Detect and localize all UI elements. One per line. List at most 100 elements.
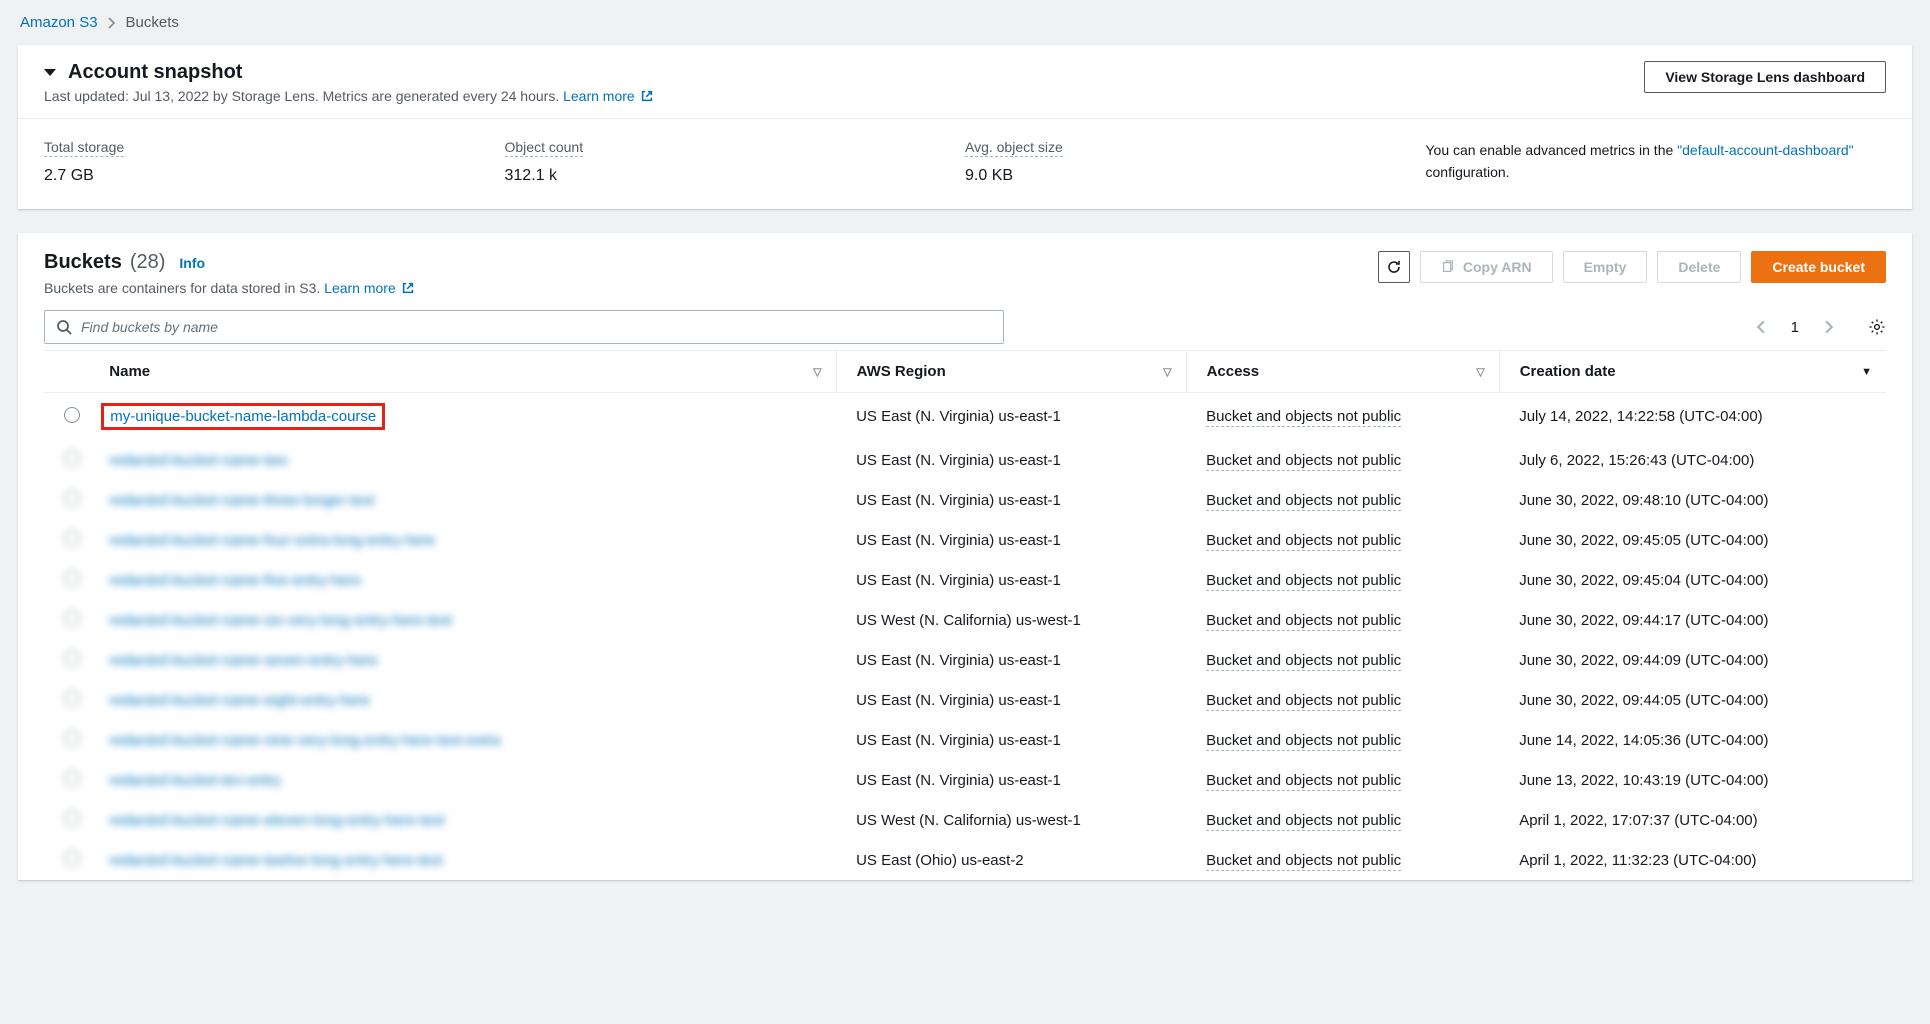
cell-region: US East (N. Virginia) us-east-1 bbox=[836, 680, 1186, 720]
cell-region: US East (N. Virginia) us-east-1 bbox=[836, 640, 1186, 680]
cell-date: June 30, 2022, 09:44:09 (UTC-04:00) bbox=[1499, 640, 1886, 680]
cell-name: redacted-bucket-ten-entry bbox=[99, 760, 836, 800]
adv-note-prefix: You can enable advanced metrics in the bbox=[1426, 142, 1678, 158]
table-row: redacted-bucket-name-three-longer-text U… bbox=[44, 480, 1886, 520]
search-input[interactable] bbox=[44, 310, 1004, 344]
page-next-button[interactable] bbox=[1819, 318, 1840, 336]
col-region[interactable]: AWS Region▽ bbox=[836, 351, 1186, 393]
cell-region: US East (Ohio) us-east-2 bbox=[836, 840, 1186, 880]
row-radio[interactable] bbox=[64, 730, 80, 746]
cell-name: redacted-bucket-name-six-very-long-entry… bbox=[99, 600, 836, 640]
table-header-row: Name▽ AWS Region▽ Access▽ Creation date▼ bbox=[44, 351, 1886, 393]
delete-button: Delete bbox=[1657, 251, 1741, 283]
cell-date: June 30, 2022, 09:45:04 (UTC-04:00) bbox=[1499, 560, 1886, 600]
cell-region: US West (N. California) us-west-1 bbox=[836, 800, 1186, 840]
table-row: redacted-bucket-name-six-very-long-entry… bbox=[44, 600, 1886, 640]
table-row: redacted-bucket-name-eleven-long-entry-h… bbox=[44, 800, 1886, 840]
breadcrumb: Amazon S3 Buckets bbox=[0, 0, 1930, 45]
cell-name: redacted-bucket-name-nine-very-long-entr… bbox=[99, 720, 836, 760]
snapshot-learn-more-link[interactable]: Learn more bbox=[563, 88, 654, 104]
table-row: redacted-bucket-name-nine-very-long-entr… bbox=[44, 720, 1886, 760]
table-row: redacted-bucket-name-five-entry-here US … bbox=[44, 560, 1886, 600]
row-radio[interactable] bbox=[64, 490, 80, 506]
table-row: redacted-bucket-ten-entry US East (N. Vi… bbox=[44, 760, 1886, 800]
page-number: 1 bbox=[1791, 319, 1799, 336]
bucket-name-link[interactable]: redacted-bucket-name-seven-entry-here bbox=[109, 652, 377, 669]
settings-button[interactable] bbox=[1868, 318, 1886, 336]
view-storage-lens-dashboard-button[interactable]: View Storage Lens dashboard bbox=[1644, 61, 1886, 93]
row-radio[interactable] bbox=[64, 530, 80, 546]
metric-value: 2.7 GB bbox=[44, 167, 505, 185]
table-row: my-unique-bucket-name-lambda-course US E… bbox=[44, 393, 1886, 441]
metric-label: Avg. object size bbox=[965, 139, 1063, 157]
cell-date: April 1, 2022, 11:32:23 (UTC-04:00) bbox=[1499, 840, 1886, 880]
copy-arn-label: Copy ARN bbox=[1463, 259, 1532, 276]
cell-region: US East (N. Virginia) us-east-1 bbox=[836, 760, 1186, 800]
sort-icon: ▽ bbox=[1163, 365, 1171, 378]
row-radio[interactable] bbox=[64, 650, 80, 666]
bucket-name-link[interactable]: redacted-bucket-name-two bbox=[109, 452, 287, 469]
bucket-name-link[interactable]: redacted-bucket-name-twelve-long-entry-h… bbox=[109, 852, 442, 869]
cell-date: July 6, 2022, 15:26:43 (UTC-04:00) bbox=[1499, 440, 1886, 480]
col-select bbox=[44, 351, 99, 393]
cell-date: June 13, 2022, 10:43:19 (UTC-04:00) bbox=[1499, 760, 1886, 800]
breadcrumb-root[interactable]: Amazon S3 bbox=[20, 14, 98, 31]
col-date[interactable]: Creation date▼ bbox=[1499, 351, 1886, 393]
cell-region: US East (N. Virginia) us-east-1 bbox=[836, 720, 1186, 760]
metric-value: 312.1 k bbox=[505, 167, 966, 185]
cell-access: Bucket and objects not public bbox=[1186, 840, 1499, 880]
metric-object-count: Object count 312.1 k bbox=[505, 139, 966, 185]
cell-name: redacted-bucket-name-seven-entry-here bbox=[99, 640, 836, 680]
bucket-name-link[interactable]: redacted-bucket-name-eight-entry-here bbox=[109, 692, 370, 709]
cell-region: US West (N. California) us-west-1 bbox=[836, 600, 1186, 640]
cell-access: Bucket and objects not public bbox=[1186, 560, 1499, 600]
bucket-name-link[interactable]: redacted-bucket-name-six-very-long-entry… bbox=[109, 612, 452, 629]
bucket-name-link[interactable]: redacted-bucket-name-three-longer-text bbox=[109, 492, 374, 509]
default-dashboard-link[interactable]: "default-account-dashboard" bbox=[1677, 142, 1854, 158]
bucket-name-link[interactable]: my-unique-bucket-name-lambda-course bbox=[110, 408, 376, 425]
table-row: redacted-bucket-name-eight-entry-here US… bbox=[44, 680, 1886, 720]
metric-value: 9.0 KB bbox=[965, 167, 1426, 185]
row-radio[interactable] bbox=[64, 810, 80, 826]
buckets-info-link[interactable]: Info bbox=[179, 255, 205, 271]
buckets-panel: Buckets (28) Info Buckets are containers… bbox=[18, 233, 1912, 880]
buckets-count: (28) bbox=[130, 251, 166, 274]
cell-date: June 14, 2022, 14:05:36 (UTC-04:00) bbox=[1499, 720, 1886, 760]
external-link-icon bbox=[640, 89, 654, 103]
buckets-subtitle: Buckets are containers for data stored i… bbox=[44, 280, 415, 296]
cell-name: my-unique-bucket-name-lambda-course bbox=[99, 393, 836, 441]
create-bucket-button[interactable]: Create bucket bbox=[1751, 251, 1886, 283]
bucket-name-link[interactable]: redacted-bucket-name-five-entry-here bbox=[109, 572, 361, 589]
bucket-name-link[interactable]: redacted-bucket-name-nine-very-long-entr… bbox=[109, 732, 500, 749]
row-radio[interactable] bbox=[64, 570, 80, 586]
buckets-learn-more-link[interactable]: Learn more bbox=[324, 280, 415, 296]
row-radio[interactable] bbox=[64, 770, 80, 786]
row-radio[interactable] bbox=[64, 450, 80, 466]
cell-access: Bucket and objects not public bbox=[1186, 480, 1499, 520]
cell-name: redacted-bucket-name-two bbox=[99, 440, 836, 480]
cell-date: June 30, 2022, 09:44:17 (UTC-04:00) bbox=[1499, 600, 1886, 640]
bucket-name-link[interactable]: redacted-bucket-name-four-extra-long-ent… bbox=[109, 532, 435, 549]
metric-label: Total storage bbox=[44, 139, 124, 157]
row-radio[interactable] bbox=[64, 407, 80, 423]
metric-total-storage: Total storage 2.7 GB bbox=[44, 139, 505, 185]
page-prev-button[interactable] bbox=[1750, 318, 1771, 336]
pagination: 1 bbox=[1750, 318, 1886, 336]
col-name[interactable]: Name▽ bbox=[99, 351, 836, 393]
row-radio[interactable] bbox=[64, 690, 80, 706]
chevron-right-icon bbox=[108, 17, 116, 29]
cell-access: Bucket and objects not public bbox=[1186, 680, 1499, 720]
caret-down-icon[interactable] bbox=[44, 69, 56, 76]
refresh-button[interactable] bbox=[1378, 251, 1410, 283]
table-row: redacted-bucket-name-twelve-long-entry-h… bbox=[44, 840, 1886, 880]
snapshot-subtitle-text: Last updated: Jul 13, 2022 by Storage Le… bbox=[44, 88, 563, 104]
cell-name: redacted-bucket-name-three-longer-text bbox=[99, 480, 836, 520]
row-radio[interactable] bbox=[64, 610, 80, 626]
row-radio[interactable] bbox=[64, 850, 80, 866]
bucket-name-link[interactable]: redacted-bucket-ten-entry bbox=[109, 772, 281, 789]
cell-access: Bucket and objects not public bbox=[1186, 800, 1499, 840]
bucket-name-link[interactable]: redacted-bucket-name-eleven-long-entry-h… bbox=[109, 812, 444, 829]
metric-label: Object count bbox=[505, 139, 584, 157]
account-snapshot-panel: Account snapshot Last updated: Jul 13, 2… bbox=[18, 45, 1912, 209]
col-access[interactable]: Access▽ bbox=[1186, 351, 1499, 393]
